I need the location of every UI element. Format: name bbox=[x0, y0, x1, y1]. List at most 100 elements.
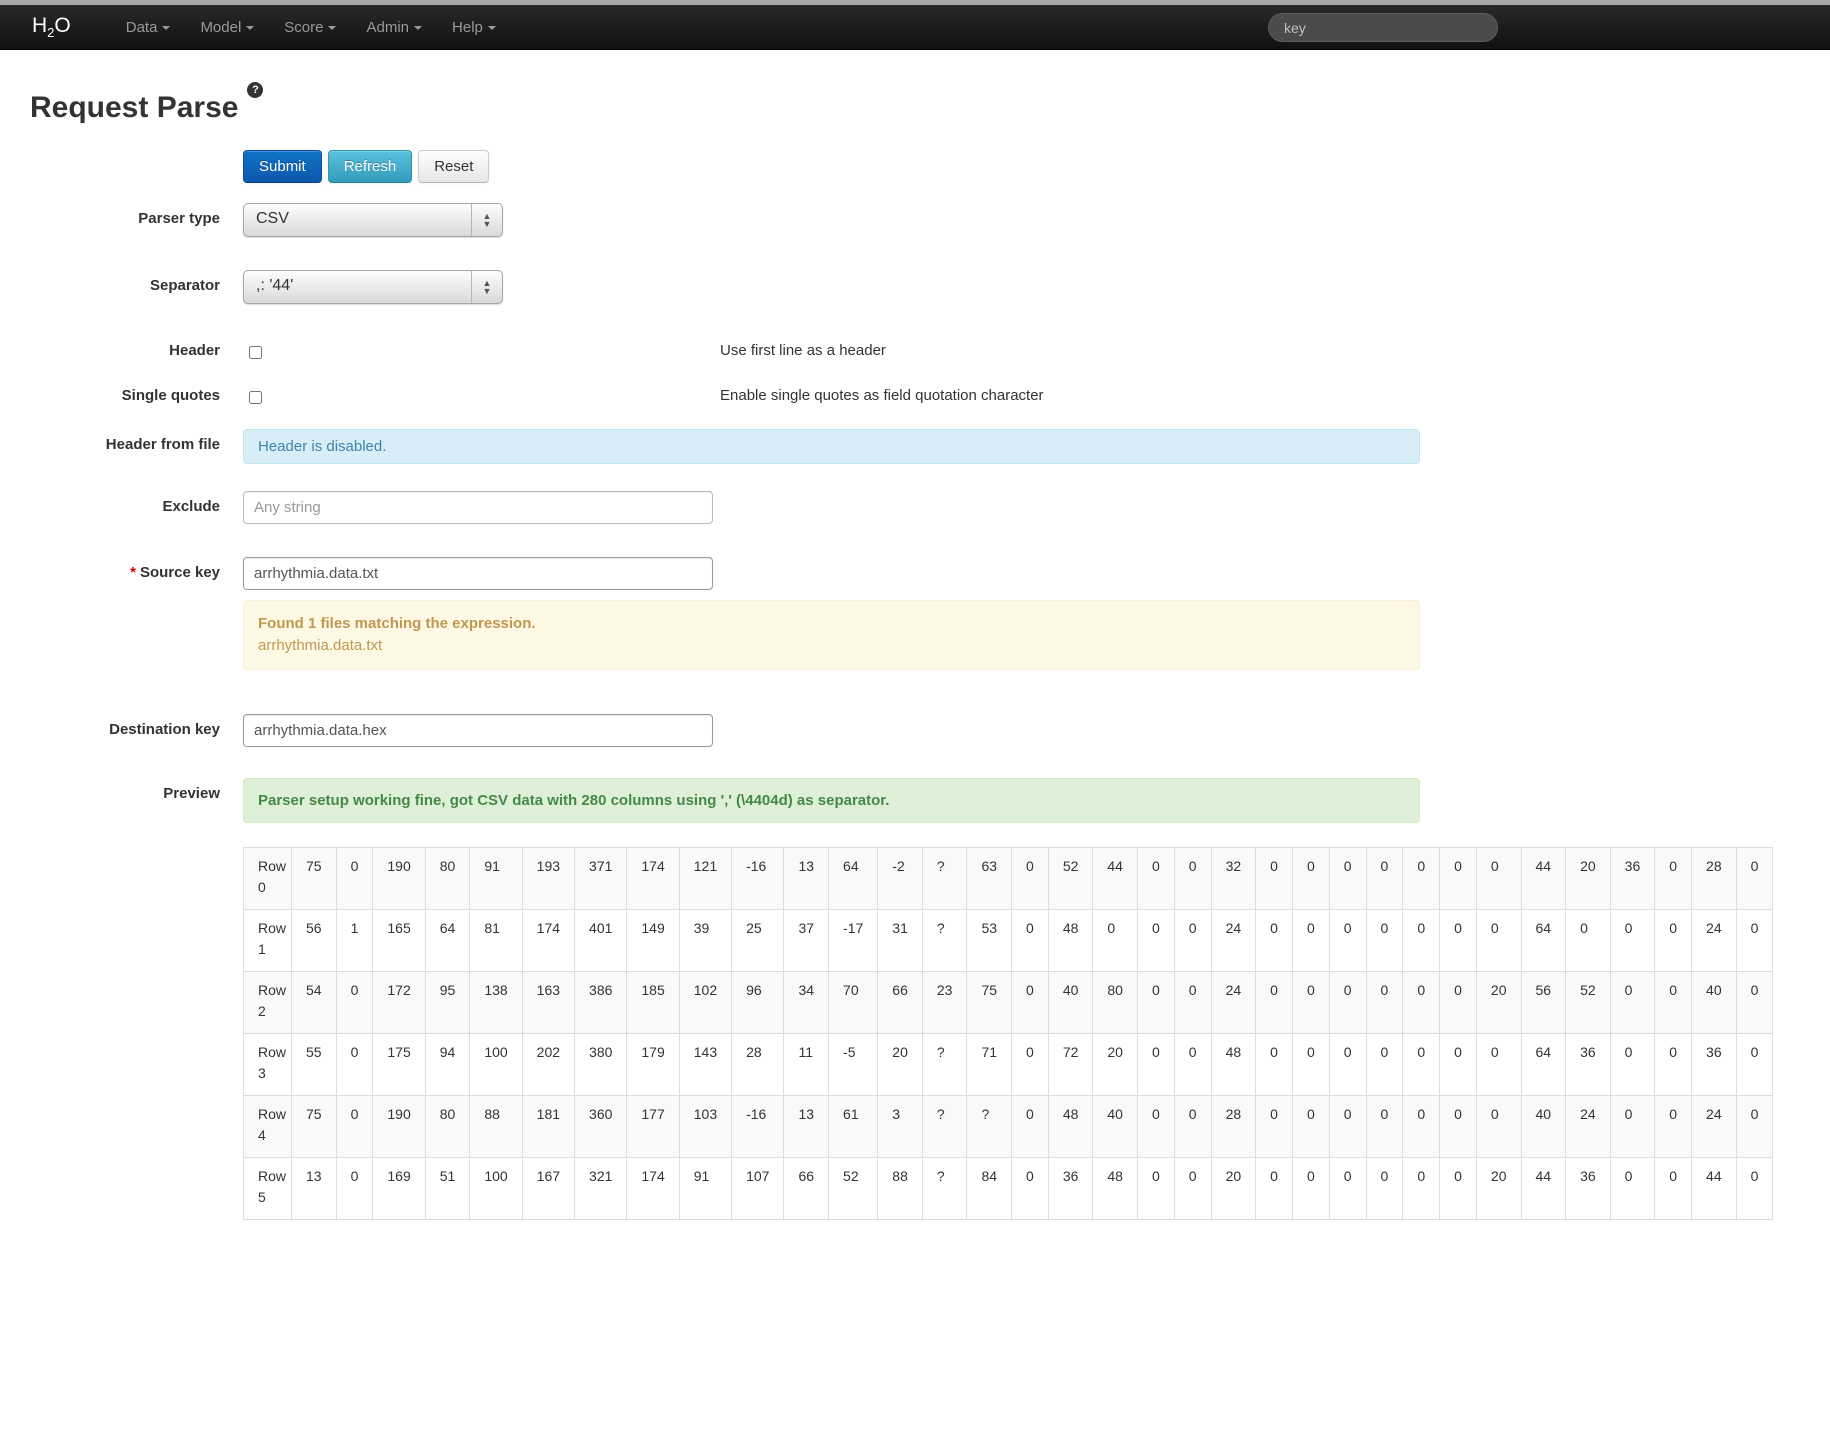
table-cell: 61 bbox=[828, 1095, 879, 1158]
submit-button[interactable]: Submit bbox=[243, 150, 322, 183]
table-cell: 149 bbox=[626, 909, 680, 972]
parser-type-select[interactable]: CSV ▲ ▼ bbox=[243, 203, 503, 237]
chevron-down-icon bbox=[246, 25, 255, 30]
header-row: Header Use first line as a header bbox=[30, 342, 1830, 359]
row-label: Row 0 bbox=[243, 847, 292, 910]
table-cell: 36 bbox=[1565, 1033, 1611, 1096]
parser-setup-alert: Parser setup working fine, got CSV data … bbox=[243, 778, 1420, 823]
table-cell: 56 bbox=[1520, 971, 1567, 1034]
table-cell: 165 bbox=[372, 909, 426, 972]
single-quotes-checkbox[interactable] bbox=[249, 391, 262, 404]
table-cell: 0 bbox=[1291, 1157, 1330, 1220]
table-cell: 0 bbox=[335, 1033, 374, 1096]
parser-type-row: Parser type CSV ▲ ▼ bbox=[30, 203, 1830, 237]
table-cell: 80 bbox=[424, 1095, 471, 1158]
table-cell: 0 bbox=[1402, 1095, 1441, 1158]
table-cell: 48 bbox=[1210, 1033, 1257, 1096]
table-cell: 20 bbox=[1475, 971, 1522, 1034]
nav-item-label: Score bbox=[284, 18, 324, 36]
table-cell: 0 bbox=[1291, 909, 1330, 972]
key-search-input[interactable] bbox=[1268, 13, 1498, 42]
table-cell: 0 bbox=[1365, 971, 1404, 1034]
table-cell: 0 bbox=[1328, 1095, 1367, 1158]
destination-key-input[interactable] bbox=[243, 714, 713, 747]
table-cell: 0 bbox=[1328, 1033, 1367, 1096]
table-cell: 40 bbox=[1047, 971, 1094, 1034]
table-cell: 40 bbox=[1520, 1095, 1567, 1158]
table-cell: 0 bbox=[1136, 1095, 1175, 1158]
header-checkbox[interactable] bbox=[249, 346, 262, 359]
table-cell: 0 bbox=[1735, 1157, 1774, 1220]
table-cell: 107 bbox=[731, 1157, 785, 1220]
table-cell: 44 bbox=[1520, 847, 1567, 910]
table-cell: 66 bbox=[783, 1157, 830, 1220]
table-cell: 66 bbox=[877, 971, 923, 1034]
single-quotes-row: Single quotes Enable single quotes as fi… bbox=[30, 387, 1830, 404]
table-cell: 0 bbox=[1402, 1033, 1441, 1096]
table-cell: 0 bbox=[1328, 909, 1367, 972]
table-cell: 0 bbox=[1365, 1095, 1404, 1158]
table-cell: 24 bbox=[1691, 909, 1737, 972]
exclude-row: Exclude bbox=[30, 491, 1830, 524]
table-cell: 0 bbox=[1439, 1095, 1477, 1158]
files-matching-alert: Found 1 files matching the expression. a… bbox=[243, 600, 1420, 670]
table-cell: 75 bbox=[291, 847, 337, 910]
table-cell: 202 bbox=[521, 1033, 576, 1096]
table-cell: 36 bbox=[1565, 1157, 1611, 1220]
table-cell: 0 bbox=[1255, 909, 1293, 972]
table-cell: 80 bbox=[424, 847, 471, 910]
table-cell: 44 bbox=[1092, 847, 1138, 910]
table-cell: 163 bbox=[521, 971, 576, 1034]
nav-item-admin[interactable]: Admin bbox=[351, 7, 437, 48]
table-row: Row 3 55 0 175 94 100 202 380 179 143 28 11 -5 20? 71 0… bbox=[243, 1033, 1774, 1096]
table-cell: 174 bbox=[626, 1157, 680, 1220]
table-cell: 36 bbox=[1609, 847, 1656, 910]
brand-logo[interactable]: H2O bbox=[32, 14, 71, 40]
select-arrows-icon: ▲ ▼ bbox=[471, 271, 502, 303]
table-cell: 190 bbox=[372, 847, 426, 910]
table-cell: 55 bbox=[291, 1033, 337, 1096]
table-cell: -17 bbox=[828, 909, 879, 972]
table-cell: 0 bbox=[1011, 971, 1049, 1034]
navbar-menu: Data Model Score Admin Help bbox=[111, 7, 511, 48]
nav-item-help[interactable]: Help bbox=[437, 7, 511, 48]
brand-o: O bbox=[54, 13, 71, 37]
table-cell: 386 bbox=[574, 971, 628, 1034]
table-cell: 54 bbox=[291, 971, 337, 1034]
nav-item-score[interactable]: Score bbox=[269, 7, 351, 48]
nav-item-data[interactable]: Data bbox=[111, 7, 186, 48]
table-row: Row 5 13 0 169 51 100 167 321 174 91 107 66 52 88? 84 0… bbox=[243, 1157, 1774, 1220]
table-cell: 0 bbox=[1136, 971, 1175, 1034]
exclude-input[interactable] bbox=[243, 491, 713, 524]
table-cell: 11 bbox=[783, 1033, 830, 1096]
help-icon[interactable]: ? bbox=[247, 82, 264, 98]
table-cell: 0 bbox=[1255, 1095, 1293, 1158]
table-cell: 0 bbox=[1136, 1033, 1175, 1096]
separator-row: Separator ,: '44' ▲ ▼ bbox=[30, 270, 1830, 304]
reset-button[interactable]: Reset bbox=[418, 150, 490, 183]
table-cell: 0 bbox=[1654, 909, 1693, 972]
table-cell: 13 bbox=[291, 1157, 337, 1220]
single-quotes-help-text: Enable single quotes as field quotation … bbox=[720, 387, 1044, 404]
required-asterisk: * bbox=[130, 564, 136, 581]
table-row: Row 1 56 1 165 64 81 174 401 149 39 25 37 -17 31? 53 0 4… bbox=[243, 909, 1774, 972]
source-key-input[interactable] bbox=[243, 557, 713, 590]
refresh-button[interactable]: Refresh bbox=[327, 150, 413, 183]
table-cell: 0 bbox=[1735, 847, 1774, 910]
table-cell: 36 bbox=[1691, 1033, 1737, 1096]
table-cell: 56 bbox=[291, 909, 337, 972]
table-cell: 100 bbox=[469, 1157, 523, 1220]
preview-table: Row 0 75 0 190 80 91 193 371 174 121 -16 13 64 -2? 63 0… bbox=[243, 847, 1774, 1220]
table-cell: 0 bbox=[1291, 1033, 1330, 1096]
row-label: Row 3 bbox=[243, 1033, 292, 1096]
table-cell: 91 bbox=[469, 847, 523, 910]
nav-item-model[interactable]: Model bbox=[185, 7, 269, 48]
header-from-file-label: Header from file bbox=[105, 436, 220, 453]
separator-select[interactable]: ,: '44' ▲ ▼ bbox=[243, 270, 503, 304]
table-cell: 0 bbox=[1328, 1157, 1367, 1220]
table-cell: 0 bbox=[1291, 1095, 1330, 1158]
table-cell: 0 bbox=[1735, 909, 1774, 972]
chevron-down-icon bbox=[487, 25, 496, 30]
chevron-down-icon bbox=[162, 25, 171, 30]
table-cell: 143 bbox=[678, 1033, 733, 1096]
